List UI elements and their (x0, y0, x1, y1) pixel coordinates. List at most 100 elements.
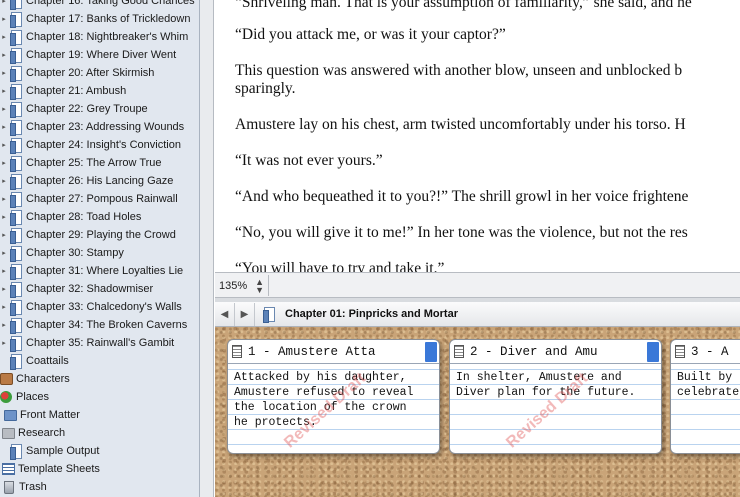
binder-item[interactable]: Template Sheets (2, 460, 100, 478)
document-icon (10, 120, 22, 136)
binder-sidebar: ▸ Chapter 16: Taking Good Chances ▸ Chapter… (0, 0, 200, 497)
disclosure-triangle-icon[interactable]: ▸ (0, 249, 8, 257)
editor-paragraph: Amustere lay on his chest, arm twisted u… (235, 116, 686, 133)
binder-item-label: Coattails (26, 355, 69, 367)
header-bar: ◀ ▶ Chapter 01: Pinpricks and Mortar (215, 302, 740, 327)
binder-item[interactable]: ▸ Chapter 17: Banks of Trickledown (0, 10, 190, 28)
editor-paragraph: “You will have to try and take it.” (235, 260, 445, 272)
binder-item[interactable]: ▸ Chapter 23: Addressing Wounds (0, 118, 184, 136)
binder-item[interactable]: Trash (4, 478, 47, 496)
binder-item[interactable]: ▸ Chapter 26: His Lancing Gaze (0, 172, 173, 190)
card-synopsis[interactable]: Built by celebrate (671, 366, 740, 453)
binder-item-label: Chapter 19: Where Diver Went (26, 49, 177, 61)
binder-item[interactable]: ▸ Chapter 31: Where Loyalties Lie (0, 262, 183, 280)
binder-item[interactable]: ▸ Chapter 32: Shadowmiser (0, 280, 153, 298)
card-title-text: 3 - A (691, 344, 729, 359)
disclosure-triangle-icon[interactable]: ▸ (0, 69, 8, 77)
disclosure-triangle-icon[interactable]: ▸ (0, 285, 8, 293)
card-synopsis[interactable]: Attacked by his daughter, Amustere refus… (228, 366, 439, 453)
binder-item-label: Chapter 24: Insight's Conviction (26, 139, 181, 151)
binder-item[interactable]: ▸ Chapter 22: Grey Troupe (0, 100, 148, 118)
card-title[interactable]: 1 - Amustere Atta (228, 340, 439, 364)
zoom-stepper-icon[interactable]: ▲ ▼ (255, 277, 264, 294)
back-button[interactable]: ◀ (215, 302, 235, 326)
disclosure-triangle-icon[interactable]: ▸ (0, 105, 8, 113)
disclosure-triangle-icon[interactable]: ▸ (0, 15, 8, 23)
disclosure-triangle-icon[interactable]: ▸ (0, 123, 8, 131)
binder-item[interactable]: Places (0, 388, 49, 406)
document-icon (10, 66, 22, 82)
document-icon (10, 84, 22, 100)
binder-item[interactable]: ▸ Chapter 29: Playing the Crowd (0, 226, 176, 244)
binder-item[interactable]: ▸ Chapter 34: The Broken Caverns (0, 316, 187, 334)
binder-item[interactable]: ▸ Chapter 33: Chalcedony's Walls (0, 298, 182, 316)
binder-item[interactable]: ▸ Chapter 16: Taking Good Chances (0, 0, 195, 10)
card-title-text: 2 - Diver and Amu (470, 344, 598, 359)
binder-item[interactable]: Research (2, 424, 65, 442)
forward-button[interactable]: ▶ (235, 302, 255, 326)
document-icon (10, 264, 22, 280)
binder-item-label: Chapter 22: Grey Troupe (26, 103, 148, 115)
card-synopsis[interactable]: In shelter, Amustere and Diver plan for … (450, 366, 661, 453)
binder-item[interactable]: Coattails (10, 352, 69, 370)
document-icon (10, 12, 22, 28)
disclosure-triangle-icon[interactable]: ▸ (0, 141, 8, 149)
disclosure-triangle-icon[interactable]: ▸ (0, 339, 8, 347)
disclosure-triangle-icon[interactable]: ▸ (0, 87, 8, 95)
header-title[interactable]: Chapter 01: Pinpricks and Mortar (285, 308, 458, 320)
binder-item[interactable]: ▸ Chapter 25: The Arrow True (0, 154, 162, 172)
binder-item-label: Template Sheets (18, 463, 100, 475)
index-card[interactable]: 3 - A Built by celebrate (670, 339, 740, 454)
disclosure-triangle-icon[interactable]: ▸ (0, 33, 8, 41)
disclosure-triangle-icon[interactable]: ▸ (0, 51, 8, 59)
binder-item-label: Chapter 30: Stampy (26, 247, 124, 259)
disclosure-triangle-icon[interactable]: ▸ (0, 177, 8, 185)
trash-icon (4, 480, 14, 494)
binder-item[interactable]: Sample Output (10, 442, 99, 460)
binder-item[interactable]: Front Matter (4, 406, 80, 424)
binder-item[interactable]: ▸ Chapter 18: Nightbreaker's Whim (0, 28, 188, 46)
card-title[interactable]: 3 - A (671, 340, 740, 364)
zoom-control[interactable]: 135% ▲ ▼ (215, 275, 269, 296)
binder-item[interactable]: ▸ Chapter 28: Toad Holes (0, 208, 141, 226)
index-card[interactable]: 2 - Diver and Amu In shelter, Amustere an… (449, 339, 662, 454)
label-tag-icon (647, 342, 659, 362)
document-icon (10, 102, 22, 118)
document-icon (10, 156, 22, 172)
pane-splitter[interactable] (200, 0, 214, 497)
binder-item[interactable]: ▸ Chapter 24: Insight's Conviction (0, 136, 181, 154)
card-title[interactable]: 2 - Diver and Amu (450, 340, 661, 364)
editor-paragraph: sparingly. (235, 80, 296, 97)
editor-paragraph: “No, you will give it to me!” In her ton… (235, 224, 688, 241)
editor-paragraph: “It was not ever yours.” (235, 152, 383, 169)
binder-item-label: Chapter 21: Ambush (26, 85, 127, 97)
card-document-icon (232, 345, 242, 358)
disclosure-triangle-icon[interactable]: ▸ (0, 213, 8, 221)
binder-item[interactable]: ▸ Chapter 19: Where Diver Went (0, 46, 176, 64)
binder-item[interactable]: ▸ Chapter 20: After Skirmish (0, 64, 154, 82)
binder-item[interactable]: ▸ Chapter 27: Pompous Rainwall (0, 190, 178, 208)
index-card[interactable]: 1 - Amustere Atta Attacked by his daughte… (227, 339, 440, 454)
editor-footer: 135% ▲ ▼ (215, 272, 740, 298)
disclosure-triangle-icon[interactable]: ▸ (0, 195, 8, 203)
document-icon (10, 192, 22, 208)
disclosure-triangle-icon[interactable]: ▸ (0, 267, 8, 275)
binder-item[interactable]: ▸ Chapter 30: Stampy (0, 244, 124, 262)
editor-paragraph: “Did you attack me, or was it your capto… (235, 26, 506, 43)
binder-item[interactable]: Characters (0, 370, 70, 388)
disclosure-triangle-icon[interactable]: ▸ (0, 303, 8, 311)
binder-item-label: Front Matter (20, 409, 80, 421)
disclosure-triangle-icon[interactable]: ▸ (0, 231, 8, 239)
folder-icon (4, 409, 17, 421)
disclosure-triangle-icon[interactable]: ▸ (0, 321, 8, 329)
characters-icon (0, 373, 13, 385)
disclosure-triangle-icon[interactable]: ▸ (0, 159, 8, 167)
binder-item-label: Chapter 25: The Arrow True (26, 157, 162, 169)
binder-item-label: Trash (19, 481, 47, 493)
document-icon (10, 282, 22, 298)
binder-item[interactable]: ▸ Chapter 21: Ambush (0, 82, 126, 100)
disclosure-triangle-icon[interactable]: ▸ (0, 0, 8, 5)
editor-pane[interactable]: “Shriveling man. That is your assumption… (215, 0, 740, 272)
binder-item[interactable]: ▸ Chapter 35: Rainwall's Gambit (0, 334, 174, 352)
binder-item-label: Chapter 16: Taking Good Chances (26, 0, 195, 7)
